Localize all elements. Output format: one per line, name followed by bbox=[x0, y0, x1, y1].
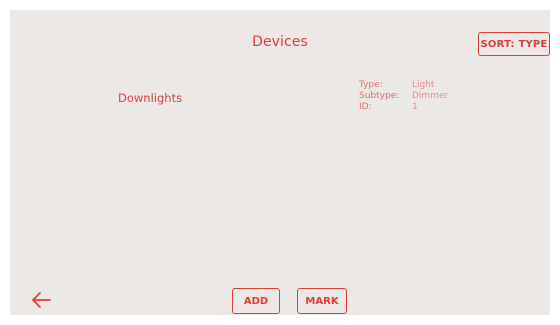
device-subtype-row: Subtype: Dimmer bbox=[359, 91, 448, 102]
devices-screen: Devices SORT: TYPE Downlights Type: Ligh… bbox=[10, 10, 550, 315]
back-arrow-svg bbox=[32, 292, 51, 308]
device-type-value: Light bbox=[412, 80, 435, 90]
page-title: Devices bbox=[252, 34, 308, 50]
mark-button[interactable]: MARK bbox=[297, 288, 347, 314]
device-properties: Type: Light Subtype: Dimmer ID: 1 bbox=[359, 80, 448, 113]
device-type-label: Type: bbox=[359, 80, 383, 90]
device-subtype-label: Subtype: bbox=[359, 91, 400, 101]
arrow-left-icon[interactable] bbox=[30, 290, 52, 310]
device-type-row: Type: Light bbox=[359, 80, 448, 91]
add-button[interactable]: ADD bbox=[232, 288, 280, 314]
device-list-item[interactable]: Downlights Type: Light Subtype: Dimmer I… bbox=[10, 76, 550, 118]
device-id-row: ID: 1 bbox=[359, 102, 448, 113]
device-id-label: ID: bbox=[359, 102, 372, 112]
device-id-value: 1 bbox=[412, 102, 418, 112]
device-name: Downlights bbox=[118, 91, 183, 105]
device-subtype-value: Dimmer bbox=[412, 91, 449, 101]
sort-button[interactable]: SORT: TYPE bbox=[478, 32, 550, 56]
